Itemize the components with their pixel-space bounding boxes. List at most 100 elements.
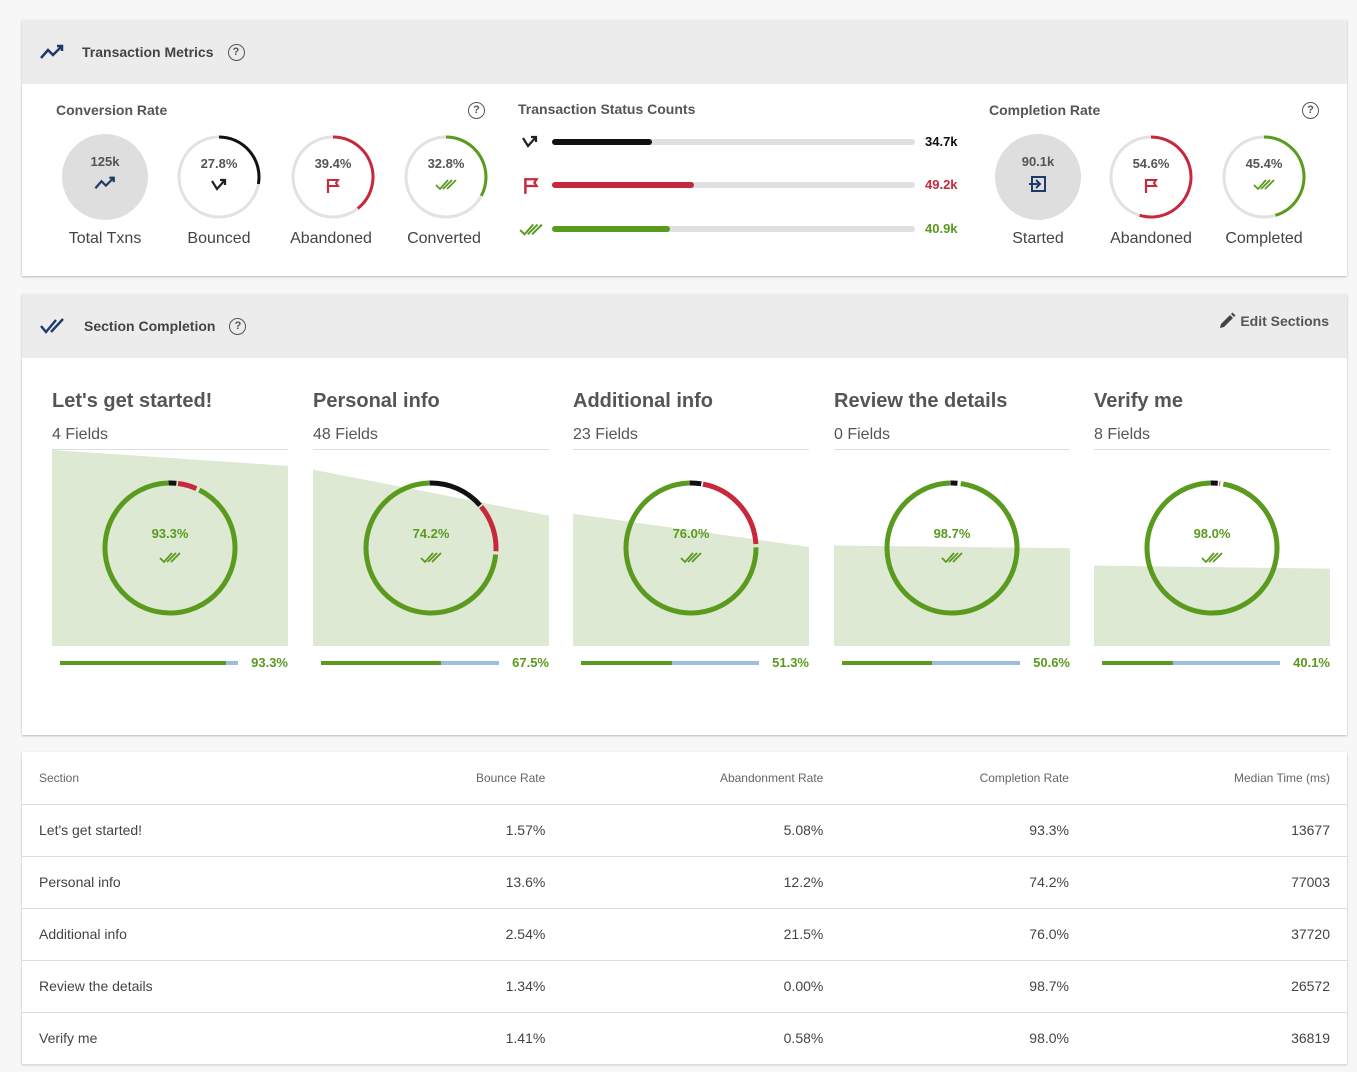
trend-icon bbox=[40, 44, 64, 59]
status-bar-fill bbox=[552, 139, 653, 145]
bounced-ring: 27.8% bbox=[176, 134, 262, 220]
status-value-converted: 40.9k bbox=[925, 221, 958, 236]
table-header-row: Section Bounce Rate Abandonment Rate Com… bbox=[22, 752, 1347, 805]
status-value-bounced: 34.7k bbox=[925, 134, 958, 149]
ring-value: 93.3% bbox=[152, 526, 189, 541]
table-cell: Additional info bbox=[22, 908, 363, 961]
converted-ring-arc bbox=[404, 135, 488, 219]
section-completion-title: Section Completion bbox=[84, 318, 216, 334]
col-completion-rate[interactable]: Completion Rate bbox=[840, 752, 1086, 805]
section-panel[interactable]: Personal info 48 Fields 74.2% 67.5% bbox=[313, 390, 549, 680]
table-cell: 1.34% bbox=[362, 960, 563, 1013]
bounced-ring-arc bbox=[177, 135, 261, 219]
section-progress-fill bbox=[60, 661, 227, 665]
flag-icon bbox=[1144, 179, 1158, 193]
status-bar-fill bbox=[552, 182, 694, 188]
section-progress-bar bbox=[321, 661, 499, 665]
converted-caption: Converted bbox=[407, 230, 481, 247]
completed-value: 45.4% bbox=[1245, 156, 1283, 171]
completion-help-icon[interactable]: ? bbox=[1302, 102, 1319, 119]
pencil-icon bbox=[1220, 312, 1236, 328]
section-progress-fill bbox=[321, 661, 442, 665]
abandoned-caption: Abandoned bbox=[290, 230, 372, 247]
table-cell: 21.5% bbox=[562, 908, 841, 961]
double-check-icon bbox=[1201, 552, 1223, 564]
completion-abandoned-ring: 54.6% bbox=[1108, 134, 1194, 220]
section-progress-value: 67.5% bbox=[512, 655, 549, 670]
table-cell: Personal info bbox=[22, 856, 363, 909]
conversion-help-icon[interactable]: ? bbox=[468, 102, 485, 119]
ring-value: 98.0% bbox=[1194, 526, 1231, 541]
converted-value: 32.8% bbox=[427, 156, 465, 171]
abandoned-ring-arc bbox=[291, 135, 375, 219]
table-cell: 37720 bbox=[1085, 908, 1347, 961]
double-check-icon bbox=[1253, 179, 1275, 191]
col-bounce-rate[interactable]: Bounce Rate bbox=[362, 752, 563, 805]
table-cell: 13677 bbox=[1085, 804, 1347, 857]
table-cell: 26572 bbox=[1085, 960, 1347, 1013]
completion-abandoned-value: 54.6% bbox=[1132, 156, 1170, 171]
col-abandonment-rate[interactable]: Abandonment Rate bbox=[562, 752, 841, 805]
section-progress-value: 51.3% bbox=[772, 655, 809, 670]
section-title: Verify me bbox=[1094, 390, 1183, 412]
ring-bounced-arc bbox=[689, 480, 702, 487]
total-txns-metric: 125k bbox=[62, 134, 148, 220]
section-panel[interactable]: Additional info 23 Fields 76.0% 51.3% bbox=[573, 390, 809, 680]
table-row[interactable]: Personal info 13.6% 12.2% 74.2% 77003 bbox=[22, 856, 1347, 909]
started-caption: Started bbox=[1012, 230, 1064, 247]
funnel-area bbox=[1094, 565, 1330, 646]
abandoned-ring: 39.4% bbox=[290, 134, 376, 220]
status-bar-bounced bbox=[552, 139, 915, 145]
table-row[interactable]: Verify me 1.41% 0.58% 98.0% 36819 bbox=[22, 1012, 1347, 1065]
section-funnel-chart: 76.0% bbox=[573, 480, 809, 646]
double-check-icon bbox=[435, 179, 457, 191]
completion-rate-label: Completion Rate bbox=[989, 102, 1101, 118]
table-cell: Review the details bbox=[22, 960, 363, 1013]
status-bar-fill bbox=[552, 226, 670, 232]
bounced-caption: Bounced bbox=[187, 230, 251, 247]
status-value-abandoned: 49.2k bbox=[925, 177, 958, 192]
help-icon[interactable]: ? bbox=[227, 43, 245, 61]
table-cell: 5.08% bbox=[562, 804, 841, 857]
section-table-card: Section Bounce Rate Abandonment Rate Com… bbox=[22, 752, 1347, 1065]
section-progress-fill bbox=[1102, 661, 1174, 665]
help-icon[interactable]: ? bbox=[229, 317, 247, 335]
section-title: Let's get started! bbox=[52, 390, 213, 412]
table-cell: 77003 bbox=[1085, 856, 1347, 909]
section-progress-fill bbox=[842, 661, 933, 665]
transaction-metrics-header: Transaction Metrics ? bbox=[22, 20, 1347, 84]
section-progress-bar bbox=[581, 661, 759, 665]
converted-ring: 32.8% bbox=[403, 134, 489, 220]
funnel-area bbox=[834, 545, 1070, 646]
section-progress-fill bbox=[581, 661, 673, 665]
col-section[interactable]: Section bbox=[22, 752, 363, 805]
status-bar-converted bbox=[552, 226, 915, 232]
transaction-metrics-title: Transaction Metrics bbox=[82, 44, 214, 60]
section-progress-value: 40.1% bbox=[1293, 655, 1330, 670]
section-title: Personal info bbox=[313, 390, 440, 412]
completion-abandoned-arc bbox=[1109, 135, 1193, 219]
ring-value: 98.7% bbox=[934, 526, 971, 541]
table-cell: 0.58% bbox=[562, 1012, 841, 1065]
double-check-icon bbox=[40, 318, 64, 334]
table-row[interactable]: Additional info 2.54% 21.5% 76.0% 37720 bbox=[22, 908, 1347, 961]
section-panel[interactable]: Let's get started! 4 Fields 93.3% 93.3% bbox=[52, 390, 288, 680]
edit-sections-button[interactable]: Edit Sections bbox=[1218, 312, 1329, 330]
section-progress-value: 93.3% bbox=[251, 655, 288, 670]
table-cell: 1.41% bbox=[362, 1012, 563, 1065]
table-row[interactable]: Let's get started! 1.57% 5.08% 93.3% 13677 bbox=[22, 804, 1347, 857]
status-bar-abandoned bbox=[552, 182, 915, 188]
edit-sections-label: Edit Sections bbox=[1240, 313, 1329, 329]
table-cell: 93.3% bbox=[840, 804, 1086, 857]
total-txns-value: 125k bbox=[90, 154, 120, 169]
section-funnel-chart: 98.0% bbox=[1094, 480, 1330, 646]
col-median-time[interactable]: Median Time (ms) bbox=[1085, 752, 1347, 805]
conversion-rate-label: Conversion Rate bbox=[56, 102, 168, 118]
table-row[interactable]: Review the details 1.34% 0.00% 98.7% 26572 bbox=[22, 960, 1347, 1013]
section-field-count: 8 Fields bbox=[1094, 426, 1151, 443]
table-cell: Let's get started! bbox=[22, 804, 363, 857]
section-panel[interactable]: Review the details 0 Fields 98.7% 50.6% bbox=[834, 390, 1070, 680]
section-panel[interactable]: Verify me 8 Fields 98.0% 40.1% bbox=[1094, 390, 1330, 680]
table-cell: Verify me bbox=[22, 1012, 363, 1065]
table-cell: 98.7% bbox=[840, 960, 1086, 1013]
